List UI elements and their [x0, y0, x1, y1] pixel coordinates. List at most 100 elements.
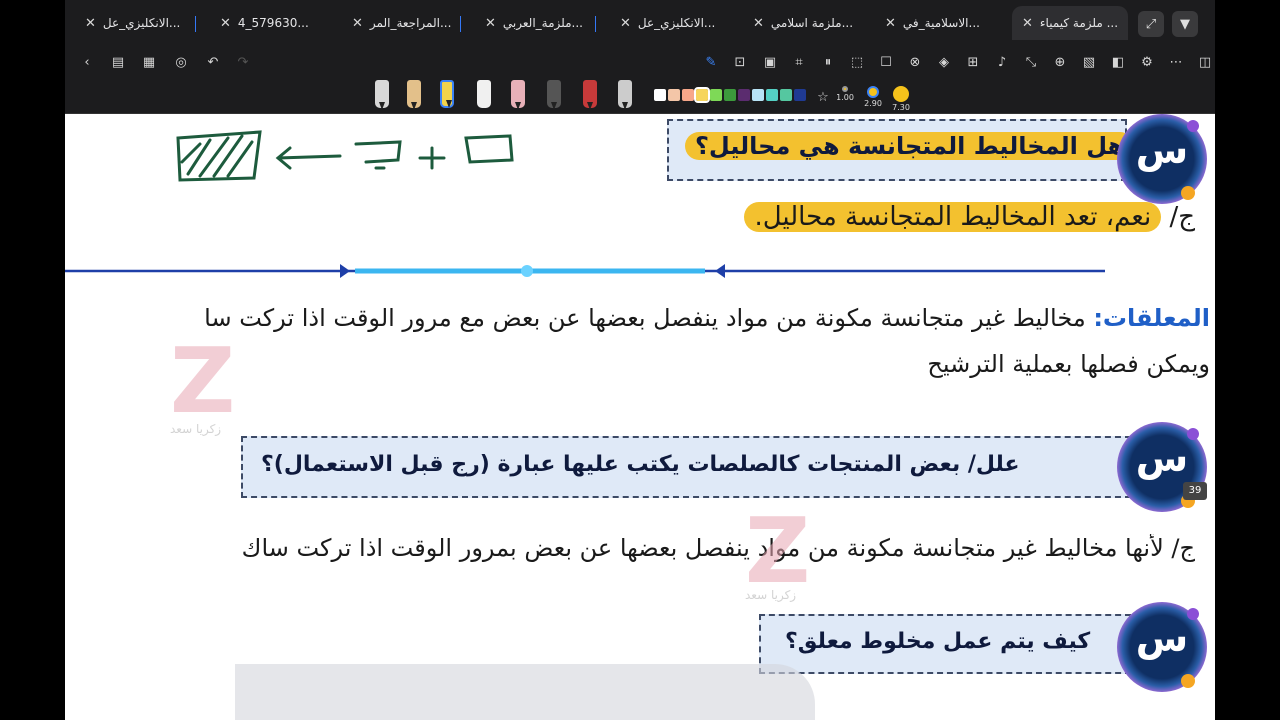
size-label: 1.00	[836, 93, 854, 102]
question-3: كيف يتم عمل مخلوط معلق؟	[785, 629, 1091, 654]
select-icon[interactable]: ⬚	[846, 51, 868, 73]
color-swatch-6[interactable]	[738, 89, 750, 101]
star-icon[interactable]: ☆	[812, 86, 834, 108]
definition-line-1: المعلقات: مخاليط غير متجانسة مكونة من مو…	[65, 304, 1210, 332]
tab-0-active[interactable]: ✕ ملزمة كيمياء ...	[1012, 6, 1129, 40]
color-swatch-10[interactable]	[794, 89, 806, 101]
color-swatch-2[interactable]	[682, 89, 694, 101]
tab-bar: ✕ الانكليزي_عل... ✕ 4_579630... ✕ المراجعة_…	[65, 0, 1215, 44]
more-icon[interactable]: ⋯	[1165, 51, 1187, 73]
answer-1: ج/ نعم، تعد المخاليط المتجانسة محاليل.	[744, 202, 1195, 232]
split-icon[interactable]: ⏸	[817, 51, 839, 73]
red-pen-icon[interactable]	[583, 80, 597, 110]
image-icon[interactable]: ▣	[759, 51, 781, 73]
close-tab-icon[interactable]: ✕	[220, 16, 231, 31]
tab-label: 4_579630...	[237, 16, 309, 30]
close-tab-icon[interactable]: ✕	[620, 16, 631, 31]
grid-icon[interactable]: ▦	[138, 51, 160, 73]
definition-line-2: ويمكن فصلها بعملية الترشيح	[927, 350, 1210, 378]
size-label: 2.90	[864, 99, 882, 108]
redo-icon[interactable]: ↷	[232, 51, 254, 73]
add-page-icon[interactable]: ⊕	[1049, 51, 1071, 73]
pattern-icon[interactable]: ▧	[1078, 51, 1100, 73]
chevron-down-icon[interactable]: ▼	[1172, 11, 1198, 37]
close-tab-icon[interactable]: ✕	[885, 16, 896, 31]
definition-text: مخاليط غير متجانسة مكونة من مواد ينفصل ب…	[204, 304, 1086, 332]
link-icon[interactable]: ⊗	[904, 51, 926, 73]
tab-3[interactable]: ✕ الانكليزي_عل...	[620, 6, 715, 40]
color-swatch-1[interactable]	[668, 89, 680, 101]
back-icon[interactable]: ‹	[76, 51, 98, 73]
color-swatch-4[interactable]	[710, 89, 722, 101]
close-tab-icon[interactable]: ✕	[1022, 16, 1033, 31]
expand-icon[interactable]: ⤢	[1138, 11, 1164, 37]
tape-icon[interactable]	[618, 80, 632, 110]
size-small[interactable]: 1.00	[835, 83, 855, 113]
panel-icon[interactable]: ◫	[1194, 51, 1215, 73]
badge-letter: س	[1135, 128, 1189, 172]
pen-icon[interactable]: ✎	[700, 51, 722, 73]
color-swatch-8[interactable]	[766, 89, 778, 101]
handwriting-annotation	[176, 130, 514, 182]
page-number: 39	[1183, 482, 1207, 500]
question-badge: س	[1117, 114, 1207, 204]
main-toolbar: ‹ ▤ ▦ ◎ ↶ ↷ ✎ ⊡ ▣ ⌗ ⏸ ⬚ ☐ ⊗ ◈ ⊞ ♪ ⤡ ⊕ ▧ …	[65, 44, 1215, 80]
pencil-icon[interactable]	[407, 80, 421, 110]
color-swatch-7[interactable]	[752, 89, 764, 101]
tab-1[interactable]: ✕ الاسلامية_في...	[885, 6, 980, 40]
answer-2: ج/ لأنها مخاليط غير متجانسة مكونة من موا…	[241, 534, 1195, 562]
size-large[interactable]: 7.30	[891, 83, 911, 113]
add-icon[interactable]: ⊞	[962, 51, 984, 73]
tab-2[interactable]: ✕ ملزمة اسلامي...	[753, 6, 853, 40]
tab-4[interactable]: ✕ ملزمة_العربي...	[485, 6, 583, 40]
tab-separator	[460, 16, 461, 32]
close-tab-icon[interactable]: ✕	[352, 16, 363, 31]
comment-icon[interactable]: ☐	[875, 51, 897, 73]
tab-label: ملزمة اسلامي...	[770, 16, 854, 30]
color-swatch-3[interactable]	[694, 87, 710, 103]
sidebar-icon[interactable]: ▤	[107, 51, 129, 73]
watermark-name: زكريا سعد	[170, 422, 222, 436]
answer-prefix: ج/	[1169, 202, 1195, 232]
settings-icon[interactable]: ⚙	[1136, 51, 1158, 73]
tab-separator	[195, 16, 196, 32]
close-tab-icon[interactable]: ✕	[85, 16, 96, 31]
zoom-icon[interactable]: ⤡	[1020, 51, 1042, 73]
tab-label: المراجعة_المر...	[369, 16, 452, 30]
tab-5[interactable]: ✕ المراجعة_المر...	[352, 6, 451, 40]
reader-icon[interactable]: ◧	[1107, 51, 1129, 73]
app-window: ✕ الانكليزي_عل... ✕ 4_579630... ✕ المراجعة_…	[65, 0, 1215, 720]
tab-6[interactable]: ✕ 4_579630...	[220, 6, 309, 40]
lasso-icon[interactable]	[511, 80, 525, 110]
question-1: هل المخاليط المتجانسة هي محاليل؟	[685, 132, 1135, 160]
badge-letter: س	[1135, 436, 1189, 480]
badge-letter: س	[1135, 616, 1189, 660]
text-box-icon[interactable]: ⊡	[729, 51, 751, 73]
tab-separator	[595, 16, 596, 32]
mic-icon[interactable]: ♪	[991, 51, 1013, 73]
watermark-logo: Z	[170, 329, 236, 434]
highlighter-icon[interactable]	[440, 80, 454, 108]
pen-tray: ☆ 1.00 2.90 7.30	[65, 80, 1215, 114]
definition-term: المعلقات:	[1093, 304, 1210, 332]
target-icon[interactable]: ◎	[170, 51, 192, 73]
crop-icon[interactable]: ⌗	[788, 51, 810, 73]
overlay-shape	[235, 664, 815, 720]
color-swatch-5[interactable]	[724, 89, 736, 101]
divider	[65, 264, 1105, 278]
size-medium[interactable]: 2.90	[863, 83, 883, 113]
fountain-pen-icon[interactable]	[375, 80, 389, 110]
color-swatch-0[interactable]	[654, 89, 666, 101]
eraser-icon[interactable]	[477, 80, 491, 108]
tab-label: الانكليزي_عل...	[637, 16, 716, 30]
close-tab-icon[interactable]: ✕	[753, 16, 764, 31]
close-tab-icon[interactable]: ✕	[485, 16, 496, 31]
size-label: 7.30	[892, 103, 910, 112]
color-swatch-9[interactable]	[780, 89, 792, 101]
document-page[interactable]: هل المخاليط المتجانسة هي محاليل؟ س ج/ نع…	[65, 114, 1215, 720]
layers-icon[interactable]: ◈	[933, 51, 955, 73]
tab-7[interactable]: ✕ الانكليزي_عل...	[85, 6, 180, 40]
brush-icon[interactable]	[547, 80, 561, 110]
undo-icon[interactable]: ↶	[202, 51, 224, 73]
tab-label: الانكليزي_عل...	[102, 16, 181, 30]
